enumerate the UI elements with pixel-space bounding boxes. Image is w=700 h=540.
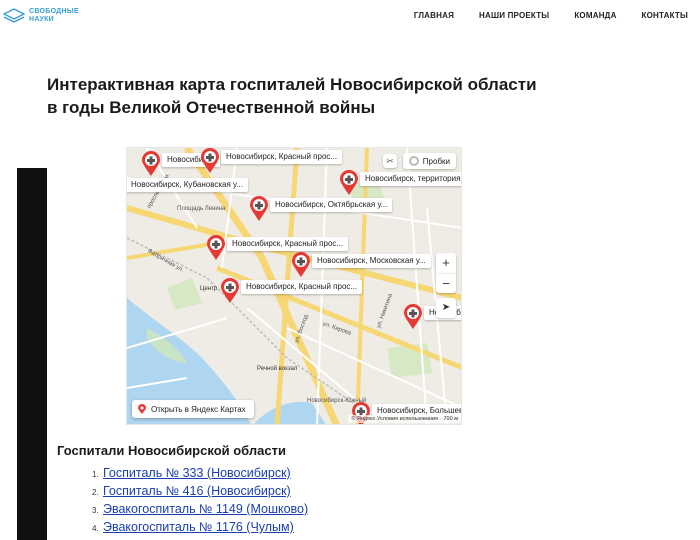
map-pin-icon — [142, 151, 160, 176]
hospital-map[interactable]: Площадь Ленина Центр Речной вокзал Новос… — [126, 147, 462, 425]
zoom-in-button[interactable]: + — [436, 253, 456, 273]
pin-label: Новосибирск, Октябрьская у... — [270, 198, 393, 212]
page-title: Интерактивная карта госпиталей Новосибир… — [47, 73, 607, 119]
hospital-pin[interactable]: Новосибирск, Красный прос... — [220, 278, 363, 304]
pin-label: Новосибирск, Московская у... — [312, 254, 431, 268]
ruler-icon: ✂ — [386, 156, 394, 166]
hospital-pin[interactable]: Новосибирск, Кубановская у... — [127, 176, 248, 202]
page-title-line1: Интерактивная карта госпиталей Новосибир… — [47, 75, 537, 94]
geolocation-button[interactable]: ➤ — [436, 298, 456, 318]
nav-contacts[interactable]: КОНТАКТЫ — [642, 11, 688, 20]
logo-line1: СВОБОДНЫЕ — [29, 8, 80, 15]
traffic-label: Пробки — [422, 156, 450, 166]
map-pin-icon — [221, 278, 239, 303]
location-pin-icon — [138, 404, 146, 414]
list-item: 1. Госпиталь № 333 (Новосибирск) — [92, 466, 308, 484]
list-item-number: 2. — [92, 488, 99, 497]
site-logo[interactable]: СВОБОДНЫЕ НАУКИ — [3, 8, 79, 24]
logo-icon — [3, 8, 25, 23]
hospital-pin[interactable]: Новосибирск, Московская у... — [291, 252, 431, 278]
list-item-number: 4. — [92, 524, 99, 533]
hospital-list: 1. Госпиталь № 333 (Новосибирск) 2. Госп… — [92, 466, 308, 538]
pin-label: Новосибирск, территория В... — [360, 172, 461, 186]
street-label: Центр — [200, 286, 218, 292]
map-pin-icon — [292, 252, 310, 277]
traffic-icon — [408, 156, 419, 166]
traffic-button[interactable]: Пробки — [402, 153, 456, 169]
ruler-button[interactable]: ✂ — [383, 154, 397, 168]
list-item: 4. Эвакогоспиталь № 1176 (Чулым) — [92, 520, 308, 538]
page-title-line2: в годы Великой Отечественной войны — [47, 98, 376, 117]
map-copyright: © Яндекс Условия использования 700 м — [348, 415, 461, 423]
copyright-text: © Яндекс Условия использования — [351, 416, 438, 422]
logo-text: СВОБОДНЫЕ НАУКИ — [29, 8, 79, 24]
nav-projects[interactable]: НАШИ ПРОЕКТЫ — [479, 11, 549, 20]
hospital-pin[interactable]: Новосибирск, Красный прос... — [200, 148, 343, 174]
hospital-link[interactable]: Госпиталь № 416 (Новосибирск) — [103, 484, 291, 498]
hospital-link[interactable]: Эвакогоспиталь № 1176 (Чулым) — [103, 520, 294, 534]
nav-home[interactable]: ГЛАВНАЯ — [414, 11, 454, 20]
nav-team[interactable]: КОМАНДА — [574, 11, 616, 20]
site-header: СВОБОДНЫЕ НАУКИ ГЛАВНАЯ НАШИ ПРОЕКТЫ КОМ… — [0, 0, 700, 34]
pin-label: Новосибирск, Красный прос... — [241, 280, 363, 294]
hospital-link[interactable]: Эвакогоспиталь № 1149 (Мошково) — [103, 502, 308, 516]
pin-label: Новосибирск, Красный прос... — [227, 237, 349, 251]
map-pin-icon — [404, 304, 422, 329]
zoom-control: + − — [436, 253, 456, 293]
list-item: 3. Эвакогоспиталь № 1149 (Мошково) — [92, 502, 308, 520]
main-nav: ГЛАВНАЯ НАШИ ПРОЕКТЫ КОМАНДА КОНТАКТЫ — [389, 11, 688, 20]
hospital-pin[interactable]: Новосибирск, территория В... — [339, 170, 461, 196]
map-pin-icon — [201, 148, 219, 173]
street-label: Речной вокзал — [257, 366, 298, 372]
zoom-out-button[interactable]: − — [436, 273, 456, 293]
street-label: Площадь Ленина — [177, 206, 226, 212]
hospital-link[interactable]: Госпиталь № 333 (Новосибирск) — [103, 466, 291, 480]
pin-label: Новосибирск, Кубановская у... — [127, 178, 248, 192]
map-pin-icon — [340, 170, 358, 195]
hospital-pin[interactable]: Новосибирск, Октябрьская у... — [249, 196, 393, 222]
list-item-number: 3. — [92, 506, 99, 515]
map-pin-icon — [250, 196, 268, 221]
list-item: 2. Госпиталь № 416 (Новосибирск) — [92, 484, 308, 502]
list-item-number: 1. — [92, 470, 99, 479]
list-title: Госпитали Новосибирской области — [57, 443, 286, 458]
map-scale: 700 м — [443, 416, 459, 422]
open-in-yandex-maps-button[interactable]: Открыть в Яндекс Картах — [132, 400, 254, 418]
pin-label: Новосибирск, Красный прос... — [221, 150, 343, 164]
geolocation-icon: ➤ — [441, 302, 451, 313]
logo-line2: НАУКИ — [29, 16, 55, 23]
open-button-label: Открыть в Яндекс Картах — [151, 404, 246, 414]
map-pin-icon — [207, 235, 225, 260]
